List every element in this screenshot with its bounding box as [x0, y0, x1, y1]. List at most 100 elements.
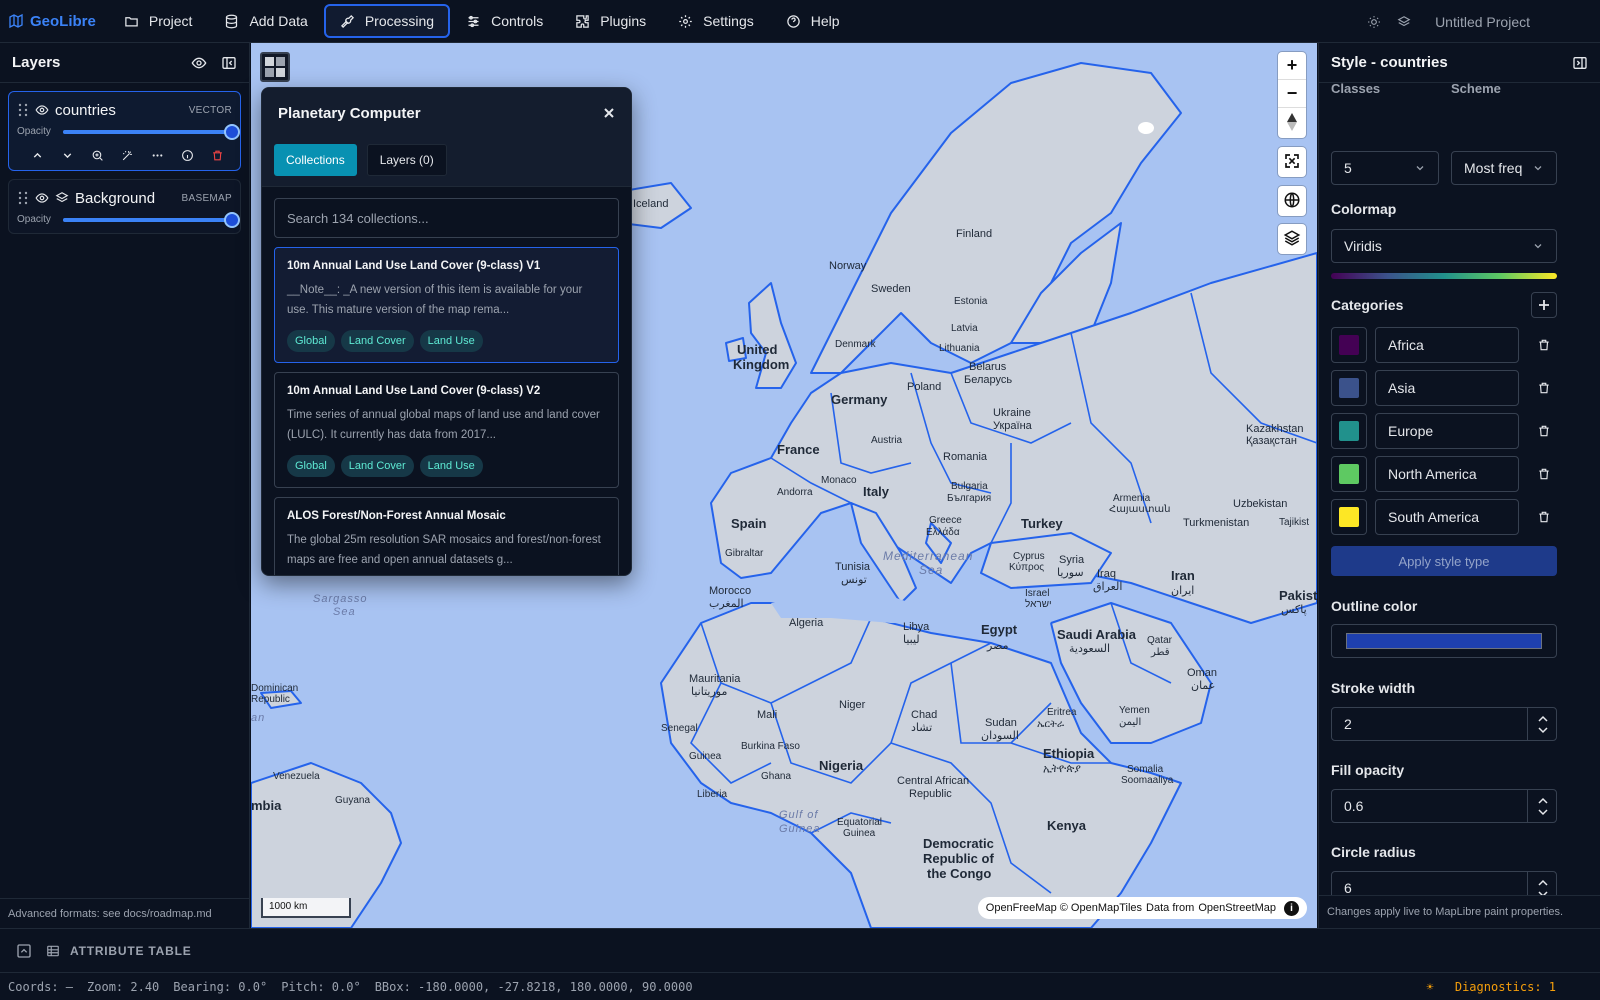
map-label: Tunisia — [835, 561, 871, 573]
collection-card[interactable]: 10m Annual Land Use Land Cover (9-class)… — [274, 372, 619, 489]
menu-plugins[interactable]: Plugins — [559, 4, 662, 38]
layers-control — [1278, 224, 1306, 254]
move-down-icon[interactable] — [53, 149, 83, 162]
opacity-slider[interactable] — [63, 211, 240, 228]
category-color-swatch[interactable] — [1331, 499, 1367, 535]
trash-icon[interactable] — [1537, 467, 1551, 481]
collection-card[interactable]: 10m Annual Land Use Land Cover (9-class)… — [274, 247, 619, 364]
map-label: Қазақстан — [1246, 435, 1297, 447]
chevron-down-icon[interactable] — [1537, 726, 1548, 734]
style-wand-icon[interactable] — [113, 149, 143, 162]
trash-icon[interactable] — [1537, 338, 1551, 352]
move-up-icon[interactable] — [23, 149, 53, 162]
map-label: Беларусь — [964, 374, 1013, 386]
chevron-down-icon[interactable] — [1537, 808, 1548, 816]
attribution-osm[interactable]: OpenStreetMap — [1198, 902, 1276, 914]
chevron-up-icon[interactable] — [1537, 797, 1548, 805]
map-label: تونس — [841, 574, 867, 586]
fill-opacity-input[interactable]: 0.6 — [1331, 789, 1557, 823]
menu-settings[interactable]: Settings — [662, 4, 770, 38]
menu-help[interactable]: Help — [770, 4, 856, 38]
attribute-table-toggle[interactable]: ATTRIBUTE TABLE — [46, 944, 192, 958]
trash-icon[interactable] — [1537, 381, 1551, 395]
category-name-input[interactable]: South America — [1375, 499, 1519, 535]
database-icon — [226, 14, 238, 28]
collections-search-input[interactable]: Search 134 collections... — [274, 198, 619, 238]
circle-radius-input[interactable]: 6 — [1331, 871, 1557, 895]
fullscreen-button[interactable] — [1278, 147, 1306, 175]
map-label: Ethiopia — [1043, 746, 1095, 761]
chevron-up-icon[interactable] — [1537, 715, 1548, 723]
fill-opacity-value: 0.6 — [1344, 798, 1364, 814]
circle-radius-stepper[interactable] — [1527, 871, 1557, 895]
drag-handle-icon[interactable] — [17, 103, 29, 117]
status-bar: Coords: — Zoom: 2.40 Bearing: 0.0° Pitch… — [0, 972, 1600, 1000]
menu-project[interactable]: Project — [108, 4, 209, 38]
add-category-button[interactable] — [1531, 292, 1557, 318]
info-icon[interactable] — [172, 149, 202, 162]
category-color-swatch[interactable] — [1331, 370, 1367, 406]
map-label: Austria — [871, 435, 903, 446]
info-icon[interactable]: i — [1284, 900, 1299, 916]
category-name-input[interactable]: Europe — [1375, 413, 1519, 449]
collapse-panel-icon[interactable] — [221, 55, 237, 71]
category-color-swatch[interactable] — [1331, 456, 1367, 492]
scheme-select[interactable]: Most freq — [1451, 151, 1557, 185]
delete-layer-icon[interactable] — [202, 149, 232, 162]
zoom-to-layer-icon[interactable] — [83, 149, 113, 162]
classes-select[interactable]: 5 — [1331, 151, 1439, 185]
map-label: ایران — [1171, 585, 1195, 597]
map-label: ኢትዮጵያ — [1043, 763, 1081, 775]
colormap-select[interactable]: Viridis — [1331, 229, 1557, 263]
chevron-up-icon[interactable] — [1537, 879, 1548, 887]
category-name-input[interactable]: North America — [1375, 456, 1519, 492]
collection-card[interactable]: ALOS Forest/Non-Forest Annual Mosaic The… — [274, 497, 619, 575]
opacity-label: Opacity — [17, 126, 51, 137]
sun-icon[interactable] — [1367, 15, 1381, 29]
stroke-width-input[interactable]: 2 — [1331, 707, 1557, 741]
opacity-slider[interactable] — [63, 123, 240, 140]
layers-panel-title: Layers — [12, 54, 61, 71]
category-row: Asia — [1331, 370, 1589, 406]
layer-item-background[interactable]: Background BASEMAP Opacity — [8, 179, 241, 234]
map-label: Guinea — [779, 823, 821, 835]
apply-style-button[interactable]: Apply style type — [1331, 546, 1557, 576]
compass-button[interactable] — [1278, 108, 1306, 136]
panel-toggle-icon[interactable] — [16, 943, 32, 959]
category-name-input[interactable]: Africa — [1375, 327, 1519, 363]
trash-icon[interactable] — [1537, 510, 1551, 524]
stroke-width-stepper[interactable] — [1527, 707, 1557, 741]
basemap-layers-icon — [55, 192, 69, 203]
category-color-swatch[interactable] — [1331, 327, 1367, 363]
menu-processing[interactable]: Processing — [323, 4, 451, 38]
attribution-openfreemap[interactable]: OpenFreeMap © OpenMapTiles — [986, 902, 1142, 914]
basemap-switcher-button[interactable] — [260, 52, 290, 82]
layer-type-badge: BASEMAP — [181, 192, 232, 204]
collapse-panel-icon[interactable] — [1572, 55, 1588, 71]
menu-controls[interactable]: Controls — [450, 4, 559, 38]
category-color-swatch[interactable] — [1331, 413, 1367, 449]
menu-add-data[interactable]: Add Data — [208, 4, 323, 38]
more-options-icon[interactable] — [142, 149, 172, 162]
fill-opacity-stepper[interactable] — [1527, 789, 1557, 823]
tab-collections[interactable]: Collections — [274, 144, 357, 176]
layers-stack-icon[interactable] — [1397, 15, 1411, 29]
map-label: Lithuania — [939, 343, 980, 354]
zoom-out-button[interactable]: − — [1278, 80, 1306, 108]
close-icon[interactable] — [603, 107, 615, 119]
outline-color-picker[interactable] — [1331, 624, 1557, 658]
eye-icon[interactable] — [35, 191, 49, 205]
app-brand[interactable]: GeoLibre — [8, 13, 96, 30]
globe-button[interactable] — [1278, 186, 1306, 214]
drag-handle-icon[interactable] — [17, 191, 29, 205]
diagnostics-indicator[interactable]: ☀ Diagnostics: 1 — [1426, 980, 1570, 994]
tab-layers[interactable]: Layers (0) — [366, 144, 447, 176]
eye-icon[interactable] — [191, 55, 207, 71]
layers-toggle-button[interactable] — [1278, 224, 1306, 252]
layer-item-countries[interactable]: countries VECTOR Opacity — [8, 91, 241, 171]
trash-icon[interactable] — [1537, 424, 1551, 438]
category-name-input[interactable]: Asia — [1375, 370, 1519, 406]
eye-icon[interactable] — [35, 103, 49, 117]
zoom-in-button[interactable]: + — [1278, 52, 1306, 80]
menu-add-data-label: Add Data — [249, 13, 308, 29]
